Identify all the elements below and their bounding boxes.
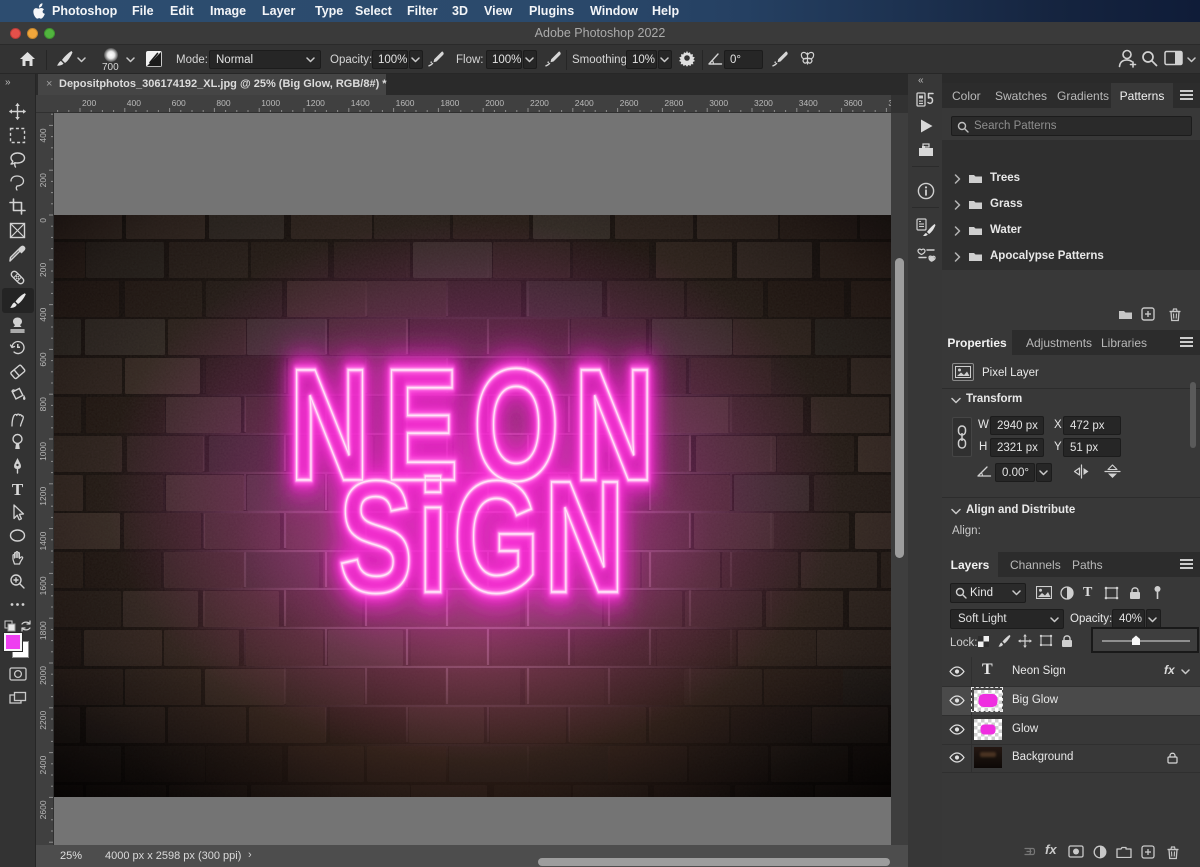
svg-text:0: 0: [38, 218, 48, 223]
svg-text:3800: 3800: [888, 98, 891, 108]
svg-text:3600: 3600: [844, 98, 863, 108]
svg-text:2800: 2800: [664, 98, 683, 108]
svg-text:400: 400: [38, 128, 48, 142]
svg-text:1800: 1800: [38, 621, 48, 640]
svg-text:2600: 2600: [620, 98, 639, 108]
svg-text:SiGN: SiGN: [338, 448, 629, 626]
svg-text:200: 200: [82, 98, 96, 108]
svg-text:2000: 2000: [38, 666, 48, 685]
svg-text:800: 800: [216, 98, 230, 108]
svg-text:200: 200: [38, 263, 48, 277]
svg-text:400: 400: [38, 307, 48, 321]
svg-text:1400: 1400: [351, 98, 370, 108]
svg-text:600: 600: [38, 352, 48, 366]
svg-text:2400: 2400: [38, 755, 48, 774]
svg-text:200: 200: [38, 173, 48, 187]
svg-text:1600: 1600: [396, 98, 415, 108]
svg-text:2600: 2600: [38, 800, 48, 819]
svg-text:400: 400: [127, 98, 141, 108]
svg-text:1000: 1000: [261, 98, 280, 108]
svg-text:600: 600: [172, 98, 186, 108]
svg-text:1600: 1600: [38, 576, 48, 595]
svg-text:1800: 1800: [440, 98, 459, 108]
svg-text:3000: 3000: [709, 98, 728, 108]
svg-text:T: T: [12, 481, 24, 498]
svg-text:1200: 1200: [306, 98, 325, 108]
svg-text:2400: 2400: [575, 98, 594, 108]
svg-text:1200: 1200: [38, 487, 48, 506]
svg-text:2200: 2200: [38, 711, 48, 730]
svg-text:2000: 2000: [485, 98, 504, 108]
svg-text:2200: 2200: [530, 98, 549, 108]
svg-text:1000: 1000: [38, 442, 48, 461]
svg-text:3200: 3200: [754, 98, 773, 108]
svg-text:3400: 3400: [799, 98, 818, 108]
svg-text:800: 800: [38, 397, 48, 411]
svg-text:1400: 1400: [38, 531, 48, 550]
